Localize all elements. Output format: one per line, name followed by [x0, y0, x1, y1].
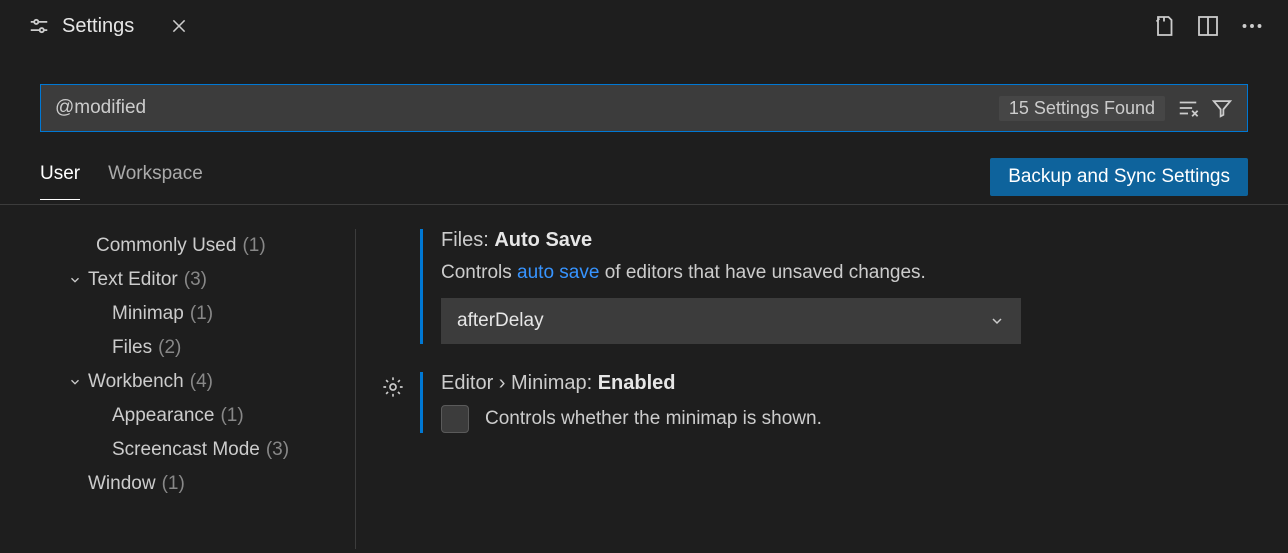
gear-icon[interactable]: [382, 376, 404, 433]
sidebar-item-label: Files: [112, 337, 152, 359]
sidebar-item-label: Screencast Mode: [112, 439, 260, 461]
backup-sync-button[interactable]: Backup and Sync Settings: [990, 158, 1248, 196]
settings-search-box[interactable]: 15 Settings Found: [40, 84, 1248, 132]
scope-tabs-row: User Workspace Backup and Sync Settings: [0, 134, 1288, 205]
settings-found-badge: 15 Settings Found: [999, 96, 1165, 121]
setting-files-autosave: Files: Auto Save Controls auto save of e…: [378, 229, 1288, 344]
sidebar-item-count: (3): [184, 269, 207, 291]
split-editor-icon[interactable]: [1194, 12, 1222, 40]
sidebar-item-appearance[interactable]: Appearance (1): [68, 399, 355, 433]
clear-search-icon[interactable]: [1177, 97, 1199, 119]
minimap-enabled-checkbox[interactable]: [441, 405, 469, 433]
sidebar-item-count: (1): [242, 235, 265, 257]
modified-indicator: [420, 372, 423, 433]
modified-indicator: [420, 229, 423, 344]
setting-title: Editor › Minimap: Enabled: [441, 372, 1261, 395]
sidebar-item-commonly-used[interactable]: Commonly Used (1): [68, 229, 355, 263]
setting-gutter: [378, 229, 408, 344]
settings-sliders-icon: [28, 15, 50, 37]
tab-user[interactable]: User: [40, 163, 80, 200]
chevron-down-icon: [68, 273, 82, 287]
settings-search-input[interactable]: [55, 97, 999, 119]
settings-body: Commonly Used (1) Text Editor (3) Minima…: [0, 229, 1288, 549]
close-icon[interactable]: [170, 17, 188, 35]
sidebar-item-files[interactable]: Files (2): [68, 331, 355, 365]
sidebar-item-label: Window: [88, 473, 156, 495]
chevron-down-icon: [989, 313, 1005, 329]
sidebar-item-label: Workbench: [88, 371, 184, 393]
editor-tab-settings[interactable]: Settings: [10, 0, 206, 52]
chevron-down-icon: [68, 375, 82, 389]
tab-label: Settings: [62, 15, 134, 38]
select-value: afterDelay: [457, 310, 544, 332]
search-row: 15 Settings Found: [0, 52, 1288, 134]
settings-tree: Commonly Used (1) Text Editor (3) Minima…: [0, 229, 356, 549]
sidebar-item-count: (1): [162, 473, 185, 495]
title-bar: Settings: [0, 0, 1288, 52]
sidebar-item-label: Commonly Used: [96, 235, 236, 257]
sidebar-item-workbench[interactable]: Workbench (4): [68, 365, 355, 399]
tab-workspace[interactable]: Workspace: [108, 163, 203, 200]
auto-save-link[interactable]: auto save: [517, 262, 599, 283]
title-actions: [1150, 12, 1278, 40]
more-icon[interactable]: [1238, 12, 1266, 40]
setting-editor-minimap-enabled: Editor › Minimap: Enabled Controls wheth…: [378, 372, 1288, 433]
setting-description: Controls auto save of editors that have …: [441, 262, 1261, 284]
setting-title: Files: Auto Save: [441, 229, 1261, 252]
sidebar-item-text-editor[interactable]: Text Editor (3): [68, 263, 355, 297]
sidebar-item-label: Appearance: [112, 405, 214, 427]
autosave-select[interactable]: afterDelay: [441, 298, 1021, 344]
sidebar-item-window[interactable]: Window (1): [68, 467, 355, 501]
sidebar-item-count: (3): [266, 439, 289, 461]
sidebar-item-count: (2): [158, 337, 181, 359]
settings-content: Files: Auto Save Controls auto save of e…: [356, 229, 1288, 549]
sidebar-item-screencast-mode[interactable]: Screencast Mode (3): [68, 433, 355, 467]
setting-description: Controls whether the minimap is shown.: [485, 408, 822, 430]
sidebar-item-count: (1): [220, 405, 243, 427]
setting-gutter: [378, 372, 408, 433]
sidebar-item-label: Minimap: [112, 303, 184, 325]
sidebar-item-count: (1): [190, 303, 213, 325]
sidebar-item-minimap[interactable]: Minimap (1): [68, 297, 355, 331]
sidebar-item-count: (4): [190, 371, 213, 393]
filter-icon[interactable]: [1211, 97, 1233, 119]
open-json-icon[interactable]: [1150, 12, 1178, 40]
sidebar-item-label: Text Editor: [88, 269, 178, 291]
